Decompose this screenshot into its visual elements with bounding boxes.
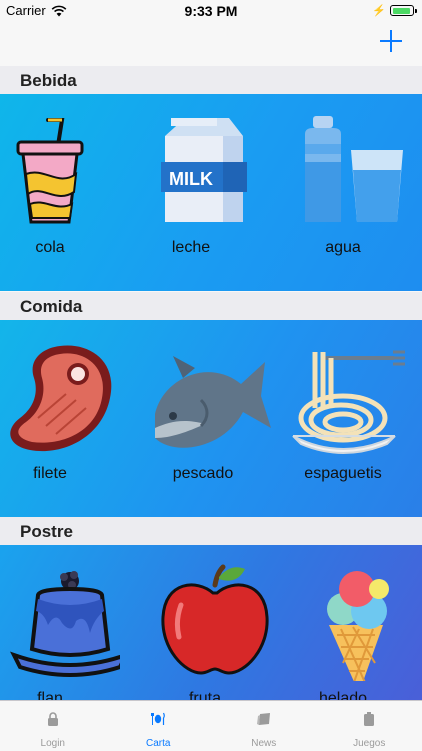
- newspaper-icon: [257, 712, 271, 726]
- item-label: helado: [273, 690, 413, 700]
- add-button[interactable]: [380, 30, 402, 52]
- menu-item-cola[interactable]: cola: [0, 94, 120, 291]
- menu-item-filete[interactable]: filete: [0, 320, 120, 517]
- section-header-postre: Postre: [0, 517, 422, 545]
- menu-item-agua[interactable]: agua: [273, 94, 413, 291]
- section-header-comida: Comida: [0, 292, 422, 320]
- item-label: filete: [0, 465, 120, 483]
- menu-item-flan[interactable]: flan: [0, 545, 120, 700]
- section-title: Comida: [20, 297, 82, 317]
- tab-label: Carta: [106, 738, 212, 749]
- menu-item-leche[interactable]: MILK leche: [121, 94, 261, 291]
- game-icon: [363, 712, 375, 726]
- section-bebida: cola MILK leche agua: [0, 94, 422, 291]
- tab-label: Juegos: [317, 738, 422, 749]
- item-label: espaguetis: [273, 465, 413, 483]
- charging-icon: ⚡: [372, 4, 386, 17]
- status-time: 9:33 PM: [0, 3, 422, 19]
- menu-item-pescado[interactable]: pescado: [133, 320, 273, 517]
- tab-label: News: [211, 738, 317, 749]
- tab-juegos[interactable]: Juegos: [317, 701, 422, 751]
- item-label: cola: [0, 239, 120, 257]
- menu-item-fruta[interactable]: fruta: [135, 545, 275, 700]
- flan-icon: [0, 563, 120, 681]
- battery-icon: [390, 5, 414, 16]
- spaghetti-icon: [283, 338, 413, 456]
- item-label: flan: [0, 690, 120, 700]
- tab-label: Login: [0, 738, 106, 749]
- tab-login[interactable]: Login: [0, 701, 106, 751]
- water-bottle-glass-icon: [283, 112, 413, 230]
- item-label: pescado: [133, 465, 273, 483]
- milk-label: MILK: [169, 169, 213, 189]
- soda-cup-icon: [0, 112, 110, 230]
- tab-carta[interactable]: Carta: [106, 701, 212, 751]
- section-comida: filete pescado espaguetis: [0, 320, 422, 517]
- tab-news[interactable]: News: [211, 701, 317, 751]
- section-title: Bebida: [20, 71, 77, 91]
- section-postre: flan fruta helado: [0, 545, 422, 700]
- cutlery-icon: [151, 712, 165, 726]
- section-title: Postre: [20, 522, 73, 542]
- tab-bar: Login Carta News Juegos: [0, 700, 422, 751]
- steak-icon: [0, 338, 120, 456]
- fish-icon: [143, 338, 273, 456]
- menu-item-espaguetis[interactable]: espaguetis: [273, 320, 413, 517]
- navigation-bar: [0, 22, 422, 67]
- apple-icon: [145, 563, 275, 681]
- status-bar: Carrier 9:33 PM ⚡: [0, 0, 422, 22]
- lock-icon: [47, 712, 59, 726]
- milk-carton-icon: MILK: [131, 112, 251, 230]
- ice-cream-icon: [283, 563, 413, 681]
- item-label: agua: [273, 239, 413, 257]
- item-label: leche: [121, 239, 261, 257]
- section-header-bebida: Bebida: [0, 66, 422, 94]
- item-label: fruta: [135, 690, 275, 700]
- menu-item-helado[interactable]: helado: [273, 545, 413, 700]
